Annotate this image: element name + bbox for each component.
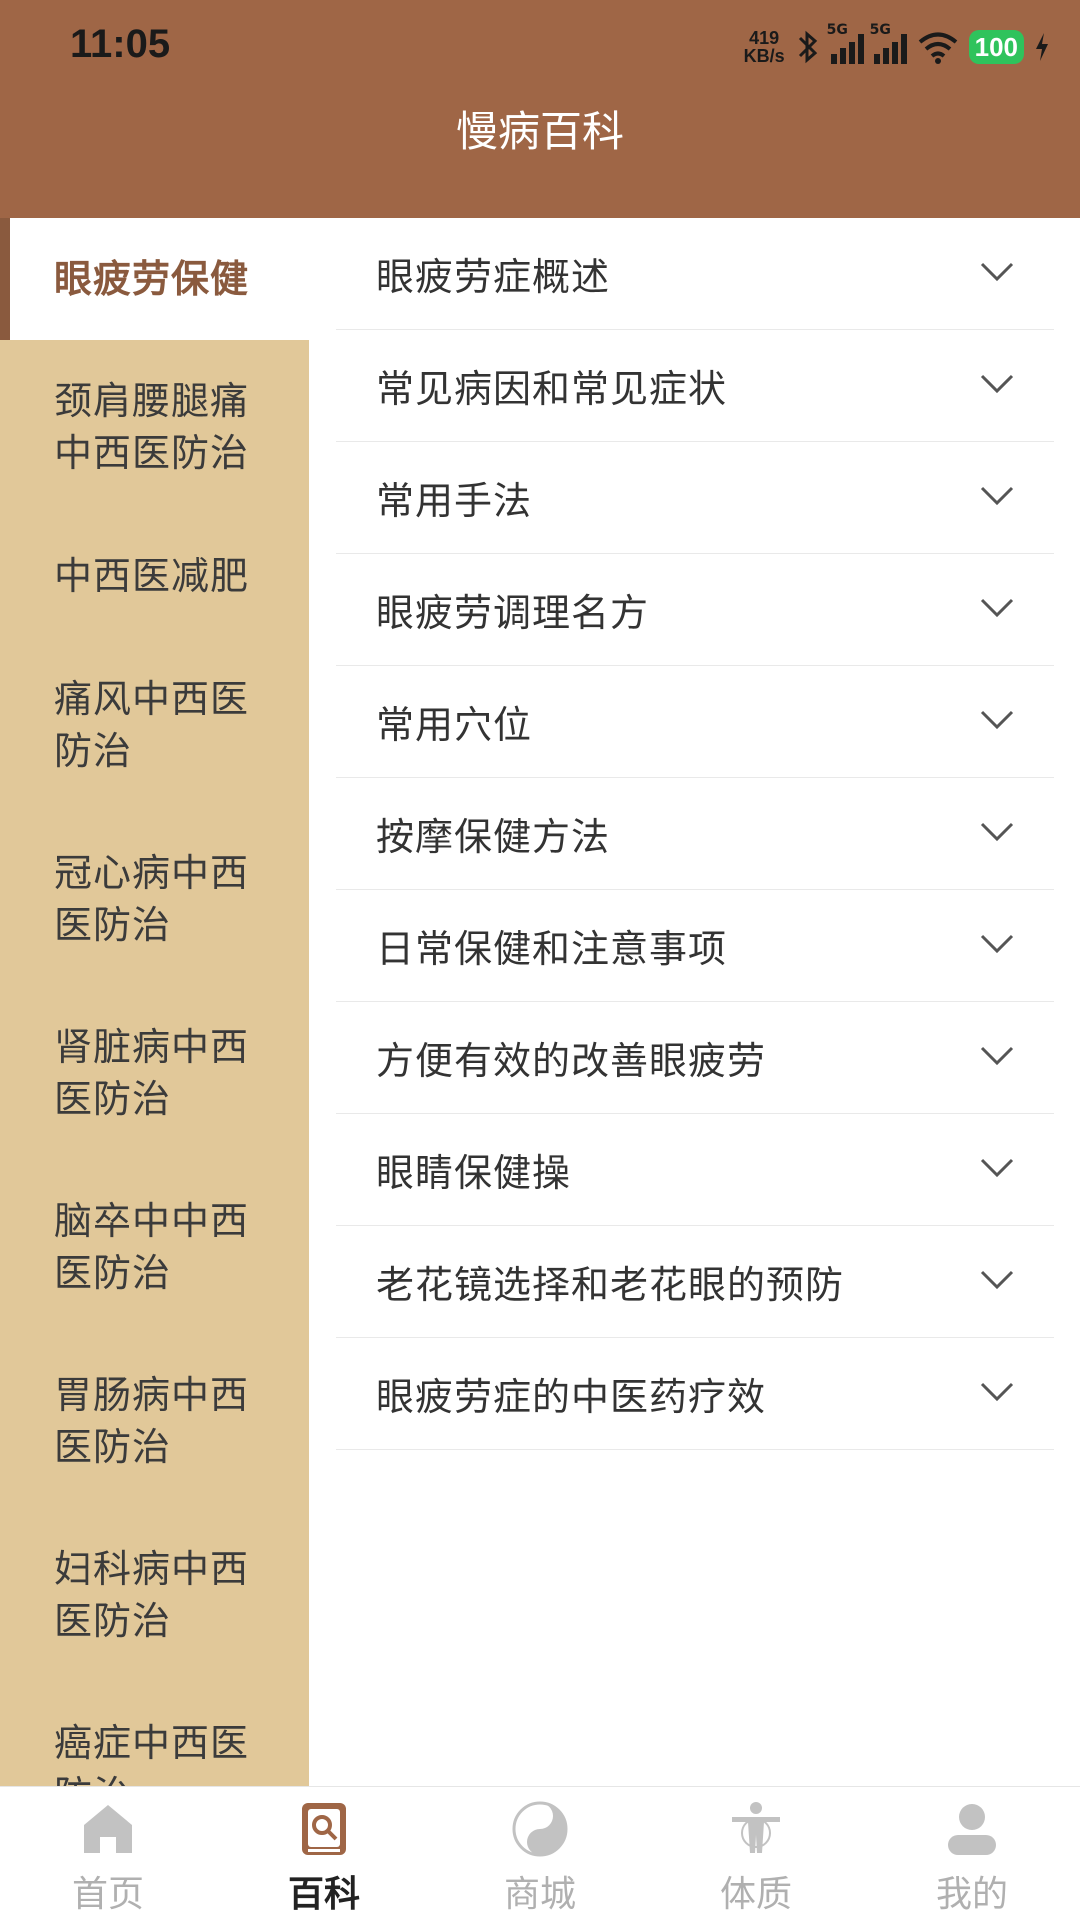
bluetooth-icon xyxy=(798,30,817,64)
yin-yang-icon xyxy=(512,1801,568,1857)
tab-label: 体质 xyxy=(719,1874,792,1915)
network-speed: 419 KB/s xyxy=(744,29,785,65)
chevron-down-icon[interactable] xyxy=(980,934,1014,954)
accordion-row-presbyopia[interactable]: 老花镜选择和老花眼的预防 xyxy=(336,1226,1054,1338)
chevron-down-icon[interactable] xyxy=(980,1382,1014,1402)
accordion-row-label: 常用穴位 xyxy=(376,703,533,747)
sidebar-item-weight-loss[interactable]: 中西医减肥 xyxy=(0,514,309,638)
category-sidebar: 眼疲劳保健 颈肩腰腿痛中西医防治 中西医减肥 痛风中西医防治 冠心病中西医防治 … xyxy=(0,218,309,1786)
accordion-row-label: 日常保健和注意事项 xyxy=(376,927,728,971)
sidebar-item-label: 肾脏病中西医防治 xyxy=(54,1025,250,1121)
tab-mall[interactable]: 商城 xyxy=(432,1787,648,1921)
cell-signal-1-icon: 5G xyxy=(827,22,864,64)
sidebar-item-label: 眼疲劳保健 xyxy=(54,257,250,301)
topic-list: 眼疲劳症概述 常见病因和常见症状 常用手法 眼疲劳调理名方 常用穴位 按摩保健方… xyxy=(309,218,1080,1786)
accordion-row-overview[interactable]: 眼疲劳症概述 xyxy=(336,218,1054,330)
accordion-row-causes-symptoms[interactable]: 常见病因和常见症状 xyxy=(336,330,1054,442)
network-speed-unit: KB/s xyxy=(743,46,785,66)
sidebar-item-gout[interactable]: 痛风中西医防治 xyxy=(0,638,309,812)
wifi-icon xyxy=(918,32,957,64)
sidebar-item-coronary[interactable]: 冠心病中西医防治 xyxy=(0,812,309,986)
sidebar-item-stroke[interactable]: 脑卒中中西医防治 xyxy=(0,1160,309,1334)
tab-label: 百科 xyxy=(287,1874,360,1915)
chevron-down-icon[interactable] xyxy=(980,710,1014,730)
sidebar-item-cancer[interactable]: 癌症中西医防治 xyxy=(0,1682,309,1786)
accordion-row-label: 眼疲劳症的中医药疗效 xyxy=(376,1375,767,1419)
chevron-down-icon[interactable] xyxy=(980,822,1014,842)
accordion-row-tcm-efficacy[interactable]: 眼疲劳症的中医药疗效 xyxy=(336,1338,1054,1450)
sidebar-item-gynecology[interactable]: 妇科病中西医防治 xyxy=(0,1508,309,1682)
sidebar-item-label: 中西医减肥 xyxy=(54,554,250,598)
accordion-row-acupoints[interactable]: 常用穴位 xyxy=(336,666,1054,778)
accordion-row-label: 方便有效的改善眼疲劳 xyxy=(376,1039,767,1083)
bottom-tab-bar: 首页 百科 商城 体质 我的 xyxy=(0,1786,1080,1921)
battery-indicator: 100 xyxy=(968,30,1024,64)
signal-1-label: 5G xyxy=(826,22,848,38)
chevron-down-icon[interactable] xyxy=(980,1270,1014,1290)
accordion-row-daily-care[interactable]: 日常保健和注意事项 xyxy=(336,890,1054,1002)
page-title: 慢病百科 xyxy=(455,107,624,156)
sidebar-item-kidney[interactable]: 肾脏病中西医防治 xyxy=(0,986,309,1160)
accordion-row-techniques[interactable]: 常用手法 xyxy=(336,442,1054,554)
accordion-row-massage[interactable]: 按摩保健方法 xyxy=(336,778,1054,890)
profile-icon xyxy=(948,1804,996,1855)
tab-home[interactable]: 首页 xyxy=(0,1787,216,1921)
tab-profile[interactable]: 我的 xyxy=(864,1787,1080,1921)
accordion-row-label: 常用手法 xyxy=(376,479,533,523)
sidebar-item-label: 痛风中西医防治 xyxy=(54,677,250,773)
chevron-down-icon[interactable] xyxy=(980,1158,1014,1178)
status-time: 11:05 xyxy=(70,22,171,66)
accordion-row-label: 老花镜选择和老花眼的预防 xyxy=(376,1263,845,1307)
tab-label: 商城 xyxy=(503,1874,576,1915)
charging-icon xyxy=(1036,33,1048,61)
accordion-row-label: 眼疲劳症概述 xyxy=(376,255,611,299)
sidebar-item-neck-shoulder[interactable]: 颈肩腰腿痛中西医防治 xyxy=(0,340,309,514)
sidebar-item-label: 妇科病中西医防治 xyxy=(54,1547,250,1643)
accordion-row-eye-exercise[interactable]: 眼睛保健操 xyxy=(336,1114,1054,1226)
sidebar-item-eye-fatigue[interactable]: 眼疲劳保健 xyxy=(0,218,309,340)
accordion-row-label: 眼疲劳调理名方 xyxy=(376,591,650,635)
body-icon xyxy=(732,1802,780,1853)
network-speed-value: 419 xyxy=(749,28,780,48)
chevron-down-icon[interactable] xyxy=(980,374,1014,394)
accordion-row-prescriptions[interactable]: 眼疲劳调理名方 xyxy=(336,554,1054,666)
status-icons: 419 KB/s 5G 5G 100 xyxy=(744,22,1050,72)
chevron-down-icon[interactable] xyxy=(980,1046,1014,1066)
tab-constitution[interactable]: 体质 xyxy=(648,1787,864,1921)
chevron-down-icon[interactable] xyxy=(980,486,1014,506)
sidebar-item-label: 脑卒中中西医防治 xyxy=(54,1199,250,1295)
tab-label: 我的 xyxy=(935,1874,1008,1915)
sidebar-item-label: 胃肠病中西医防治 xyxy=(54,1373,250,1469)
sidebar-item-gastro[interactable]: 胃肠病中西医防治 xyxy=(0,1334,309,1508)
accordion-row-label: 眼睛保健操 xyxy=(376,1151,572,1195)
accordion-row-label: 常见病因和常见症状 xyxy=(376,367,728,411)
sidebar-item-label: 颈肩腰腿痛中西医防治 xyxy=(54,379,250,475)
chevron-down-icon[interactable] xyxy=(980,262,1014,282)
cell-signal-2-icon: 5G xyxy=(870,22,907,64)
sidebar-item-label: 癌症中西医防治 xyxy=(54,1721,250,1786)
home-icon xyxy=(84,1805,132,1853)
signal-2-label: 5G xyxy=(869,22,891,38)
chevron-down-icon[interactable] xyxy=(980,598,1014,618)
tab-encyclopedia[interactable]: 百科 xyxy=(216,1787,432,1921)
sidebar-item-label: 冠心病中西医防治 xyxy=(54,851,250,947)
accordion-row-improvement[interactable]: 方便有效的改善眼疲劳 xyxy=(336,1002,1054,1114)
app-header: 11:05 419 KB/s 5G 5G 100 慢病百科 xyxy=(0,0,1080,218)
tab-label: 首页 xyxy=(71,1874,144,1915)
accordion-row-label: 按摩保健方法 xyxy=(376,815,611,859)
encyclopedia-icon xyxy=(302,1803,346,1855)
